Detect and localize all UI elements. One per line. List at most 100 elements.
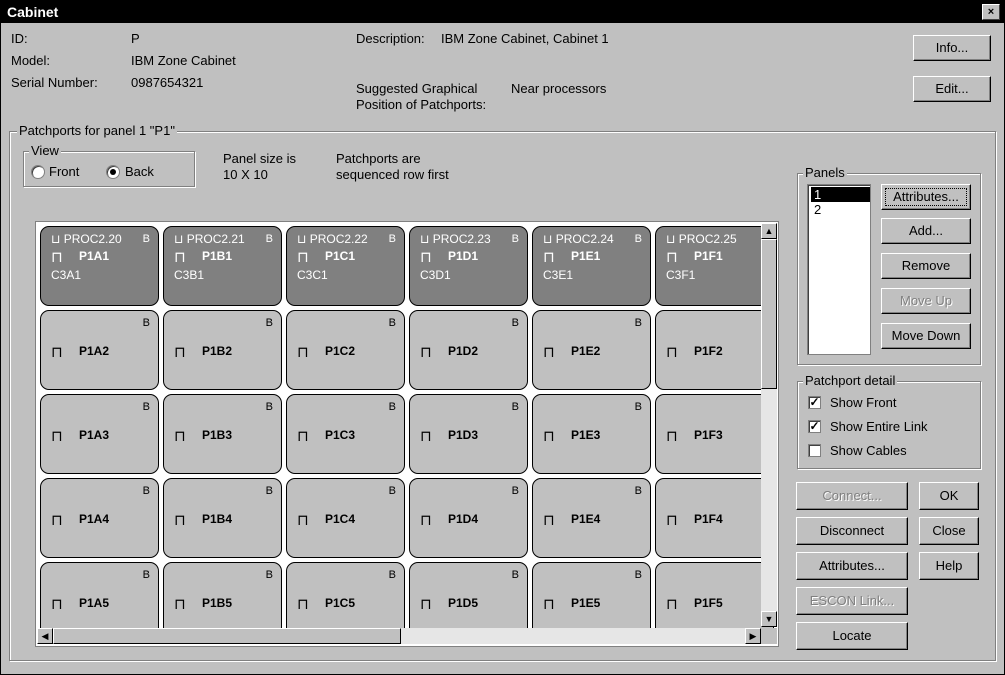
- patchport-name: P1E5: [571, 596, 601, 610]
- patchport-cell[interactable]: B ⊓ P1C4: [286, 478, 405, 558]
- edit-button[interactable]: Edit...: [913, 76, 991, 102]
- model-value: IBM Zone Cabinet: [131, 53, 236, 68]
- patchport-name: P1E2: [571, 344, 601, 358]
- patchport-side: B: [265, 233, 273, 245]
- locate-button[interactable]: Locate: [796, 622, 908, 650]
- patchport-side: B: [511, 401, 519, 413]
- patchport-side: B: [142, 569, 150, 581]
- patchport-connector-icon: ⊓: [297, 344, 309, 361]
- patchport-cell[interactable]: ⊓ P1F3: [655, 394, 774, 474]
- show-front-label[interactable]: Show Front: [830, 395, 896, 410]
- patchport-cell[interactable]: ⊔ PROC2.24 B ⊓ P1E1 C3E1: [532, 226, 651, 306]
- patchport-cell[interactable]: B ⊓ P1E2: [532, 310, 651, 390]
- patchport-cell[interactable]: ⊔ PROC2.21 B ⊓ P1B1 C3B1: [163, 226, 282, 306]
- patchport-processor-row: ⊔ PROC2.21: [174, 232, 245, 246]
- remove-panel-button[interactable]: Remove: [881, 253, 971, 279]
- show-front-checkbox[interactable]: ✓: [808, 396, 821, 409]
- escon-link-button[interactable]: ESCON Link...: [796, 587, 908, 615]
- patchport-connector-icon: ⊓: [543, 512, 555, 529]
- attributes-button[interactable]: Attributes...: [796, 552, 908, 580]
- close-icon[interactable]: ×: [982, 4, 1000, 20]
- patchport-cell[interactable]: B ⊓ P1A2: [40, 310, 159, 390]
- patchport-connector-icon: ⊓: [174, 596, 186, 613]
- patchport-cell[interactable]: ⊓ P1F4: [655, 478, 774, 558]
- patchport-side: B: [511, 485, 519, 497]
- patchport-cell[interactable]: B ⊓ P1B3: [163, 394, 282, 474]
- patchport-cell[interactable]: B ⊓ P1D4: [409, 478, 528, 558]
- show-cables-label[interactable]: Show Cables: [830, 443, 907, 458]
- patchport-cell[interactable]: ⊔ PROC2.23 B ⊓ P1D1 C3D1: [409, 226, 528, 306]
- patchport-processor-text: PROC2.22: [309, 232, 368, 246]
- patchport-connector-icon: ⊓: [51, 344, 63, 361]
- show-entire-link-label[interactable]: Show Entire Link: [830, 419, 928, 434]
- front-radio[interactable]: [31, 165, 45, 179]
- patchport-side: B: [265, 485, 273, 497]
- patchport-cell[interactable]: B ⊓ P1B4: [163, 478, 282, 558]
- description-value: IBM Zone Cabinet, Cabinet 1: [441, 31, 609, 46]
- patchport-cell[interactable]: B ⊓ P1D2: [409, 310, 528, 390]
- add-panel-button[interactable]: Add...: [881, 218, 971, 244]
- patchport-processor-text: PROC2.21: [186, 232, 245, 246]
- patchport-cell[interactable]: B ⊓ P1D3: [409, 394, 528, 474]
- move-down-button[interactable]: Move Down: [881, 323, 971, 349]
- patchport-cell[interactable]: B ⊓ P1B2: [163, 310, 282, 390]
- front-radio-label[interactable]: Front: [49, 164, 79, 179]
- patchport-processor-row: ⊔ PROC2.23: [420, 232, 491, 246]
- vertical-scrollbar[interactable]: ▲ ▼: [761, 223, 777, 627]
- panel-size-label: Panel size is: [223, 151, 296, 166]
- suggested-value: Near processors: [511, 81, 607, 96]
- patchport-name: P1B3: [202, 428, 233, 442]
- close-button[interactable]: Close: [919, 517, 979, 545]
- patchport-cell[interactable]: ⊔ PROC2.25 ⊓ P1F1 C3F1: [655, 226, 774, 306]
- patchport-name: P1F3: [694, 428, 723, 442]
- patchport-side: B: [634, 233, 642, 245]
- panels-listbox[interactable]: 1 2: [807, 184, 871, 355]
- panel-item-2[interactable]: 2: [811, 202, 870, 217]
- back-radio-label[interactable]: Back: [125, 164, 154, 179]
- patchport-processor-row: ⊔ PROC2.25: [666, 232, 737, 246]
- patchport-cell[interactable]: B ⊓ P1A3: [40, 394, 159, 474]
- move-up-button[interactable]: Move Up: [881, 288, 971, 314]
- patchport-cell[interactable]: B ⊓ P1C2: [286, 310, 405, 390]
- help-button[interactable]: Help: [919, 552, 979, 580]
- vertical-scroll-thumb[interactable]: [761, 239, 777, 389]
- panel-item-1[interactable]: 1: [811, 187, 870, 202]
- patchport-cell[interactable]: B ⊓ P1E4: [532, 478, 651, 558]
- panel-attributes-button[interactable]: Attributes...: [881, 184, 971, 210]
- show-entire-link-checkbox[interactable]: ✓: [808, 420, 821, 433]
- patchport-cell[interactable]: B ⊓ P1C3: [286, 394, 405, 474]
- ok-button[interactable]: OK: [919, 482, 979, 510]
- disconnect-button[interactable]: Disconnect: [796, 517, 908, 545]
- patchport-connector-icon: ⊓: [543, 428, 555, 445]
- horizontal-scrollbar[interactable]: ◀ ▶: [37, 628, 761, 644]
- patchport-side: B: [142, 485, 150, 497]
- patchport-grid[interactable]: ⊔ PROC2.20 B ⊓ P1A1 C3A1 ⊔ PROC2.21 B ⊓ P1B1 C3B1…: [35, 221, 779, 647]
- back-radio[interactable]: [106, 165, 120, 179]
- patchport-cell[interactable]: B ⊓ P1E3: [532, 394, 651, 474]
- patchport-cable: C3C1: [297, 268, 328, 282]
- patchport-cell[interactable]: B ⊓ P1A4: [40, 478, 159, 558]
- scroll-corner: [761, 628, 777, 644]
- title-bar: Cabinet ×: [1, 1, 1004, 23]
- patchport-side: B: [265, 401, 273, 413]
- patchport-connector-icon: ⊓: [174, 344, 186, 361]
- horizontal-scroll-thumb[interactable]: [53, 628, 401, 644]
- patchport-name: P1B4: [202, 512, 233, 526]
- info-button[interactable]: Info...: [913, 35, 991, 61]
- show-cables-checkbox[interactable]: [808, 444, 821, 457]
- connect-button[interactable]: Connect...: [796, 482, 908, 510]
- patchport-connector-icon: ⊓: [543, 596, 555, 613]
- scroll-left-arrow-icon[interactable]: ◀: [37, 628, 53, 644]
- patchport-connector-icon: ⊓: [297, 512, 309, 529]
- patchport-cell[interactable]: ⊔ PROC2.20 B ⊓ P1A1 C3A1: [40, 226, 159, 306]
- patchport-connector-icon: ⊓: [297, 249, 309, 266]
- patchport-connector-icon: ⊓: [666, 596, 678, 613]
- patchport-side: B: [634, 485, 642, 497]
- patchport-cell[interactable]: ⊓ P1F2: [655, 310, 774, 390]
- scroll-down-arrow-icon[interactable]: ▼: [761, 611, 777, 627]
- patchport-cell[interactable]: ⊔ PROC2.22 B ⊓ P1C1 C3C1: [286, 226, 405, 306]
- scroll-right-arrow-icon[interactable]: ▶: [745, 628, 761, 644]
- scroll-up-arrow-icon[interactable]: ▲: [761, 223, 777, 239]
- patchport-name: P1C3: [325, 428, 356, 442]
- patchport-name: P1B2: [202, 344, 233, 358]
